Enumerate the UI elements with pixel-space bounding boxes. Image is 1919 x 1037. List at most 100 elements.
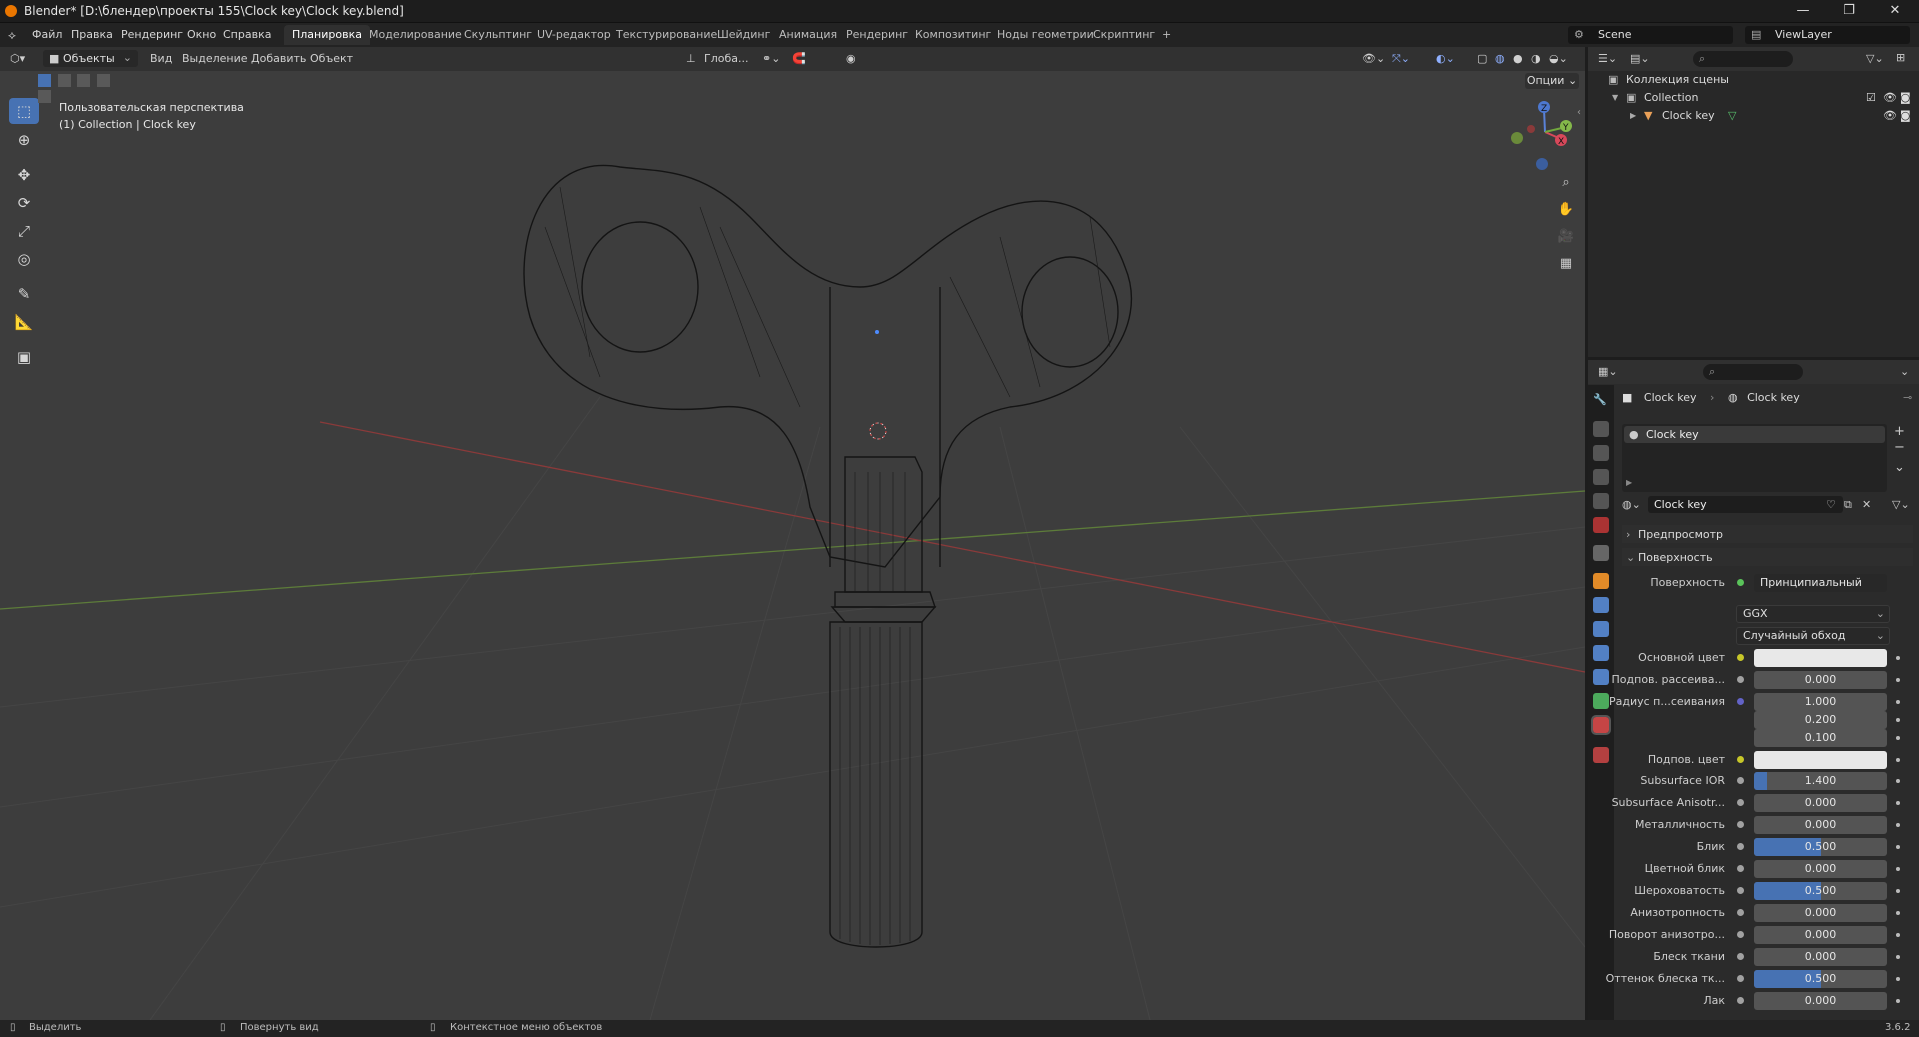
tab-shading[interactable]: Шейдинг [709, 25, 778, 45]
sidebar-toggle-icon[interactable]: ‹ [1577, 107, 1581, 118]
data-tab-icon[interactable] [1593, 693, 1609, 709]
viewlayer-selector[interactable]: ▤ ViewLayer [1745, 26, 1910, 44]
physics-tab-icon[interactable] [1593, 645, 1609, 661]
measure-tool[interactable]: 📐 [9, 309, 39, 335]
keyframe-dot-icon[interactable] [1896, 718, 1900, 722]
keyframe-dot-icon[interactable] [1896, 911, 1900, 915]
select-new-icon[interactable] [38, 74, 51, 87]
subsurface-method-dropdown[interactable]: Случайный обход ⌄ [1736, 627, 1890, 645]
cursor-tool[interactable]: ⊕ [9, 127, 39, 153]
select-box-tool[interactable]: ⬚ [9, 98, 39, 124]
select-extend-icon[interactable] [57, 74, 71, 87]
duplicate-material-icon[interactable]: ⧉ [1844, 498, 1852, 512]
solid-shading-icon[interactable]: ● [1513, 52, 1523, 65]
eye-icon[interactable]: 👁 [1883, 89, 1897, 107]
number-field[interactable]: 0.200 [1754, 711, 1887, 729]
material-slot-row[interactable]: ● Clock key [1624, 426, 1885, 443]
tab-texturing[interactable]: Текстурирование [608, 25, 725, 45]
outliner-row-clock-key[interactable]: ▶ ▼ Clock key ▽ 👁 ◙ [1588, 107, 1919, 125]
distribution-dropdown[interactable]: GGX ⌄ [1736, 605, 1890, 623]
rendered-shading-icon[interactable]: ◒⌄ [1549, 52, 1568, 65]
editor-type-icon[interactable]: ⬡▾ [10, 52, 25, 65]
proportional-editing-icon[interactable]: ◉ [846, 52, 856, 65]
mesh-data-icon[interactable]: ▽ [1728, 107, 1736, 125]
keyframe-dot-icon[interactable] [1896, 700, 1900, 704]
tab-rendering[interactable]: Рендеринг [838, 25, 916, 45]
keyframe-dot-icon[interactable] [1896, 845, 1900, 849]
unlink-material-icon[interactable]: ✕ [1862, 498, 1871, 511]
outliner-row-collection[interactable]: ▼ ▣ Collection ☑ 👁 ◙ [1588, 89, 1919, 107]
chevron-down-icon[interactable]: ⌄ [1900, 365, 1909, 378]
filter-icon[interactable]: ▽⌄ [1866, 52, 1884, 65]
keyframe-dot-icon[interactable] [1896, 999, 1900, 1003]
number-field[interactable]: 0.000 [1754, 860, 1887, 878]
camera-render-icon[interactable]: ◙ [1900, 107, 1911, 125]
keyframe-dot-icon[interactable] [1896, 889, 1900, 893]
menu-render[interactable]: Рендеринг [121, 28, 183, 41]
new-collection-icon[interactable]: ⊞ [1896, 51, 1905, 64]
perspective-grid-icon[interactable]: ▦ [1554, 252, 1578, 276]
modifier-tab-icon[interactable] [1593, 597, 1609, 613]
view-layer-tab-icon[interactable] [1593, 469, 1609, 485]
keyframe-dot-icon[interactable] [1896, 779, 1900, 783]
color-swatch-field[interactable] [1754, 649, 1887, 667]
scene-tab-icon[interactable] [1593, 493, 1609, 509]
input-socket-icon[interactable] [1737, 997, 1744, 1004]
input-socket-icon[interactable] [1737, 843, 1744, 850]
tab-scripting[interactable]: Скриптинг [1085, 25, 1163, 45]
expand-arrow-icon[interactable]: ▶ [1630, 107, 1636, 125]
number-field[interactable]: 0.000 [1754, 992, 1887, 1010]
number-field[interactable]: 0.100 [1754, 729, 1887, 747]
properties-search-input[interactable]: ⌕ [1703, 364, 1803, 380]
number-field[interactable]: 0.000 [1754, 926, 1887, 944]
blender-menu-icon[interactable]: ⟡ [8, 28, 16, 43]
tab-sculpting[interactable]: Скульптинг [456, 25, 540, 45]
menu-object[interactable]: Объект [310, 52, 353, 65]
input-socket-icon[interactable] [1737, 698, 1744, 705]
keyframe-dot-icon[interactable] [1896, 736, 1900, 740]
menu-window[interactable]: Окно [187, 28, 216, 41]
restore-button[interactable]: ❐ [1826, 0, 1872, 22]
menu-file[interactable]: Файл [32, 28, 62, 41]
number-field[interactable]: 0.000 [1754, 816, 1887, 834]
color-swatch-field[interactable] [1754, 751, 1887, 769]
visibility-icon[interactable]: 👁⌄ [1362, 52, 1385, 65]
keyframe-dot-icon[interactable] [1896, 656, 1900, 660]
tool-tab-icon[interactable]: 🔧 [1593, 393, 1609, 409]
tab-modeling[interactable]: Моделирование [361, 25, 470, 45]
number-field[interactable]: 0.500 [1754, 882, 1887, 900]
keyframe-dot-icon[interactable] [1896, 801, 1900, 805]
keyframe-dot-icon[interactable] [1896, 758, 1900, 762]
gizmo-toggle-icon[interactable]: ⤧⌄ [1392, 52, 1410, 66]
render-tab-icon[interactable] [1593, 421, 1609, 437]
surface-shader-field[interactable]: Принципиальный BSDF [1754, 574, 1887, 592]
expand-arrow-icon[interactable]: ▼ [1612, 89, 1618, 107]
xray-icon[interactable]: ▢ [1477, 52, 1487, 65]
select-intersect-icon[interactable] [38, 90, 51, 103]
display-mode-icon[interactable]: ▤⌄ [1630, 52, 1650, 65]
number-field[interactable]: 0.000 [1754, 948, 1887, 966]
menu-edit[interactable]: Правка [71, 28, 113, 41]
pin-icon[interactable]: ⊸ [1903, 391, 1912, 404]
material-browse-icon[interactable]: ◍⌄ [1622, 498, 1641, 511]
pivot-point-icon[interactable]: ⚭⌄ [762, 52, 780, 65]
scene-selector[interactable]: ⚙ Scene [1568, 26, 1733, 44]
material-name-field[interactable]: Clock key [1648, 496, 1843, 513]
panel-preview-header[interactable]: › Предпросмотр [1622, 525, 1913, 543]
mode-selector[interactable]: ■ Объекты ⌄ [43, 50, 138, 67]
menu-help[interactable]: Справка [223, 28, 271, 41]
panel-surface-header[interactable]: ⌄ Поверхность [1622, 548, 1913, 566]
number-field[interactable]: 1.400 [1754, 772, 1887, 790]
eye-icon[interactable]: 👁 [1883, 107, 1897, 125]
menu-add[interactable]: Добавить [251, 52, 306, 65]
transform-tool[interactable]: ◎ [9, 246, 39, 272]
camera-icon[interactable]: 🎥 [1554, 225, 1578, 249]
keyframe-dot-icon[interactable] [1896, 678, 1900, 682]
input-socket-icon[interactable] [1737, 887, 1744, 894]
number-field[interactable]: 0.000 [1754, 904, 1887, 922]
select-subtract-icon[interactable] [77, 74, 90, 87]
tab-uv-editing[interactable]: UV-редактор [529, 25, 619, 45]
transform-orientation-select[interactable]: Глоба... [704, 52, 748, 65]
overlay-toggle-icon[interactable]: ◐⌄ [1436, 52, 1455, 65]
3d-viewport[interactable]: Z X Y Пользовательская перспектива (1) C… [0, 47, 1585, 1020]
